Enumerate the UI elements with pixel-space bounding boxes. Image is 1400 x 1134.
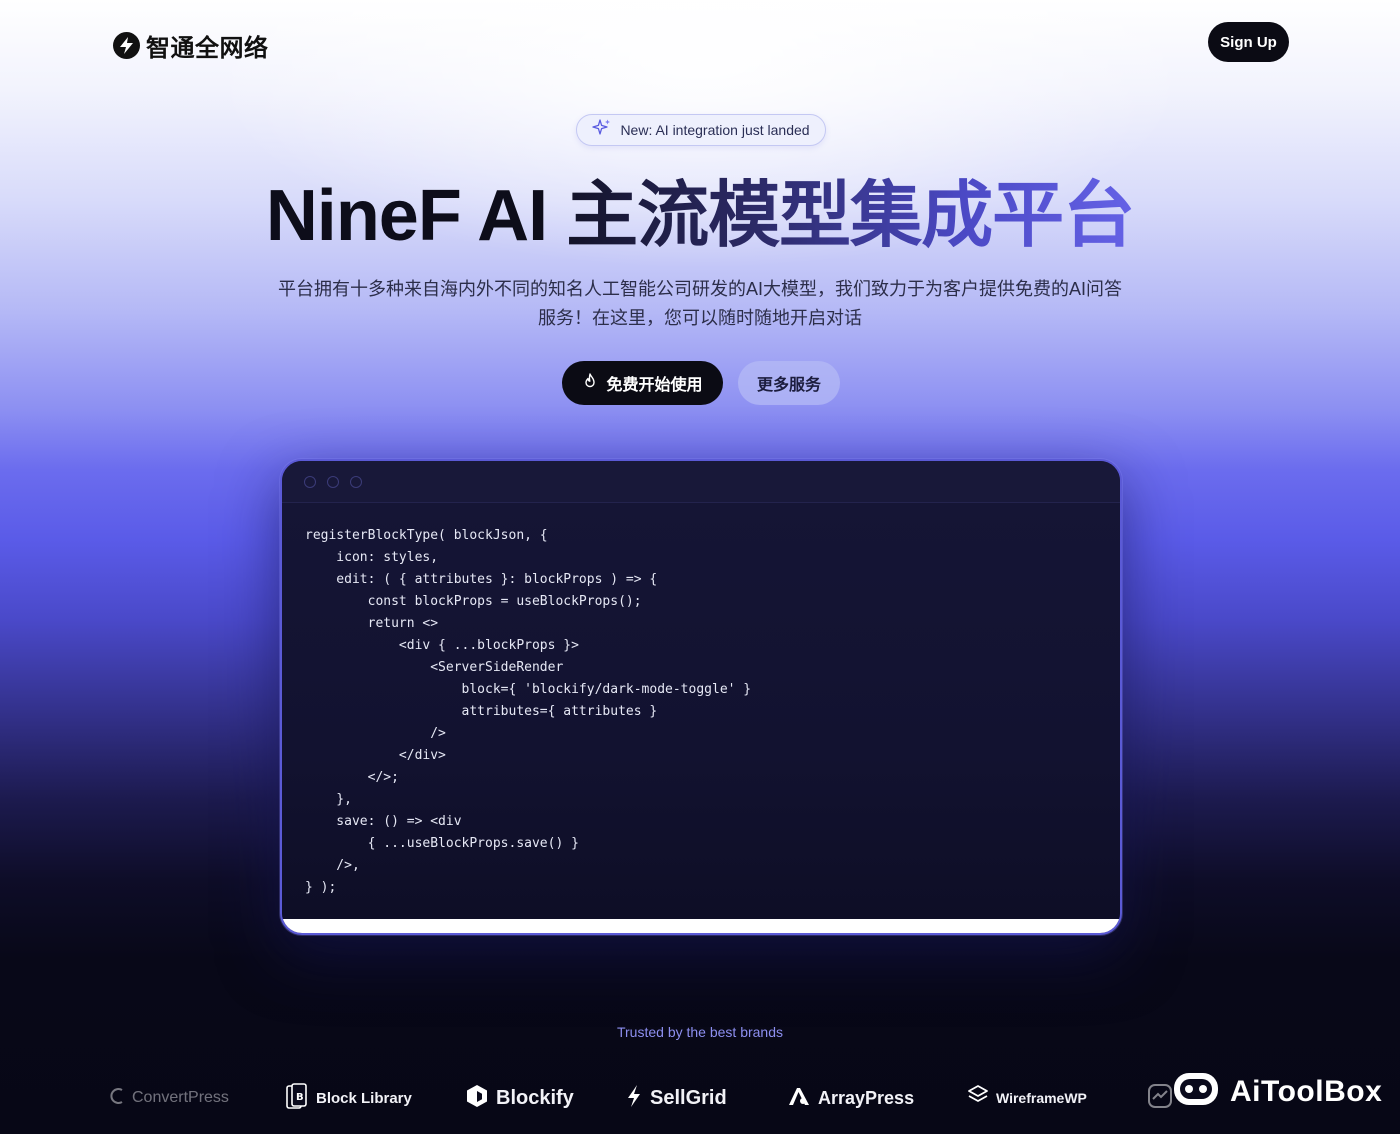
- block-library-icon: B: [286, 1082, 308, 1115]
- brand-wireframewp: WireframeWP: [968, 1078, 1087, 1118]
- wireframewp-icon: [968, 1084, 988, 1112]
- brand-convertpress: ConvertPress: [110, 1078, 229, 1118]
- sign-up-button[interactable]: Sign Up: [1208, 22, 1289, 62]
- brand-partial: [1148, 1078, 1172, 1118]
- svg-text:B: B: [296, 1092, 304, 1103]
- start-free-label: 免费开始使用: [606, 377, 703, 394]
- window-bottom-strip: [282, 919, 1120, 933]
- logo-text: 智通全网络: [146, 35, 269, 62]
- lightning-icon: [113, 32, 140, 59]
- hero-title-highlight: 主流模型集成平台: [566, 176, 1135, 256]
- start-free-button[interactable]: 免费开始使用: [562, 361, 723, 405]
- badge-text: New: AI integration just landed: [620, 122, 810, 138]
- hero-subtitle: 平台拥有十多种来自海内外不同的知名人工智能公司研发的AI大模型，我们致力于为客户…: [277, 279, 1122, 328]
- aitoolbox-watermark: AiToolBox: [1172, 1070, 1382, 1114]
- header: 智通全网络 Sign Up: [0, 0, 1400, 84]
- trusted-label: Trusted by the best brands: [616, 1024, 784, 1040]
- window-dot-icon: [304, 476, 316, 488]
- flame-icon: [582, 372, 598, 394]
- hero-title: NineF AI 主流模型集成平台: [0, 170, 1400, 262]
- sparkle-icon: [592, 118, 612, 143]
- announcement-badge[interactable]: New: AI integration just landed: [576, 114, 826, 146]
- brand-arraypress: ArrayPress: [788, 1078, 914, 1118]
- chart-box-icon: [1148, 1083, 1172, 1113]
- code-body: registerBlockType( blockJson, { icon: st…: [282, 503, 1120, 919]
- more-services-button[interactable]: 更多服务: [738, 361, 840, 405]
- blockify-icon: [466, 1084, 488, 1113]
- window-title-bar: [282, 461, 1120, 503]
- brand-blockify: Blockify: [466, 1078, 574, 1118]
- code-window: registerBlockType( blockJson, { icon: st…: [280, 459, 1122, 935]
- convertpress-icon: [110, 1087, 124, 1110]
- window-dot-icon: [327, 476, 339, 488]
- logo[interactable]: 智通全网络: [113, 28, 269, 63]
- sellgrid-icon: [626, 1084, 642, 1113]
- robot-icon: [1172, 1070, 1220, 1115]
- hero-title-brand: NineF AI: [265, 176, 567, 256]
- brand-block-library: B Block Library: [286, 1078, 412, 1118]
- window-dot-icon: [350, 476, 362, 488]
- arraypress-icon: [788, 1085, 810, 1112]
- code-snippet: registerBlockType( blockJson, { icon: st…: [305, 528, 752, 895]
- brand-sellgrid: SellGrid: [626, 1078, 727, 1118]
- watermark-text: AiToolBox: [1230, 1075, 1383, 1108]
